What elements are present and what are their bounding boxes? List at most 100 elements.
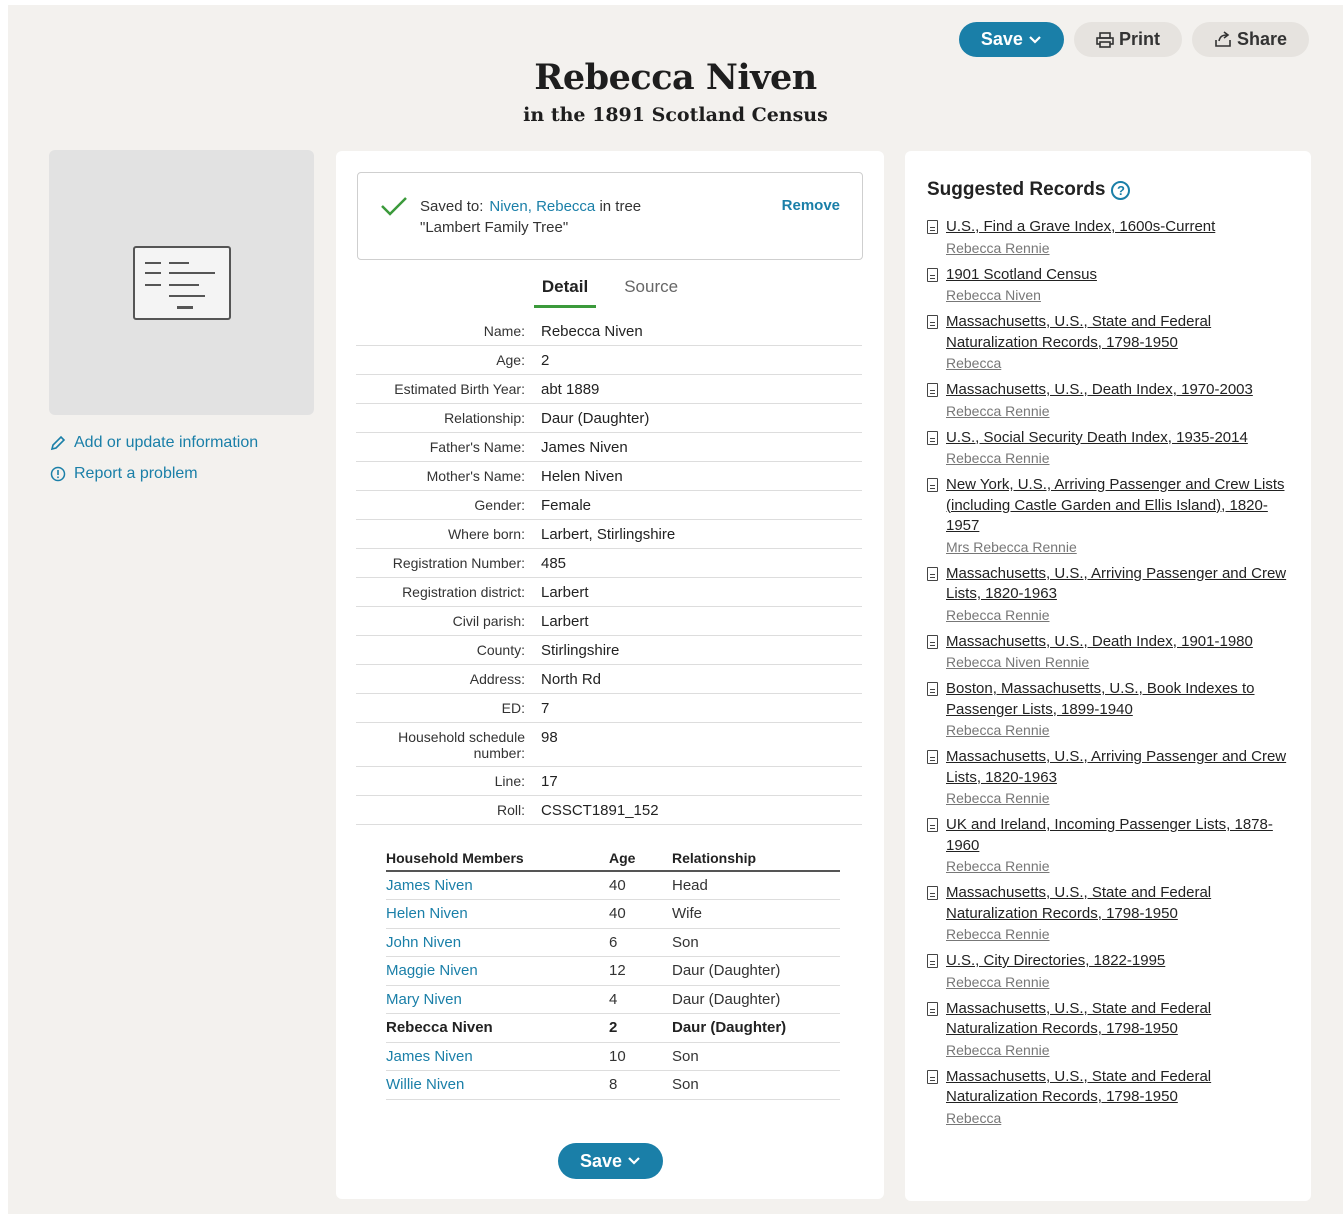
household-member-age: 6 bbox=[609, 928, 672, 957]
household-member-name[interactable]: Maggie Niven bbox=[386, 956, 609, 986]
record-document-icon bbox=[927, 430, 938, 445]
household-member-name[interactable]: James Niven bbox=[386, 1042, 609, 1071]
detail-list: Name: Rebecca Niven Age: 2 Estimated Birth Y… bbox=[356, 317, 862, 825]
detail-value: North Rd bbox=[541, 671, 602, 688]
tab-source[interactable]: Source bbox=[616, 275, 686, 308]
suggested-record-person[interactable]: Rebecca Rennie bbox=[946, 401, 1253, 421]
record-card: Saved to: Niven, Rebecca in tree "Lambert… bbox=[336, 151, 884, 1199]
suggested-record-title[interactable]: UK and Ireland, Incoming Passenger Lists… bbox=[946, 815, 1297, 856]
suggested-record-person[interactable]: Rebecca Rennie bbox=[946, 1040, 1297, 1060]
suggested-record-person[interactable]: Rebecca Rennie bbox=[946, 924, 1297, 944]
household-member-relationship: Son bbox=[672, 1042, 840, 1071]
record-document-icon bbox=[927, 886, 938, 900]
household-member-relationship: Son bbox=[672, 1070, 840, 1100]
detail-label: Where born: bbox=[447, 526, 525, 542]
detail-row: ED: 7 bbox=[356, 694, 862, 723]
bottom-save-button[interactable]: Save bbox=[558, 1143, 664, 1179]
household-member-relationship: Son bbox=[672, 928, 840, 957]
suggested-record-person[interactable]: Rebecca Niven bbox=[946, 285, 1097, 305]
household-member-name[interactable]: John Niven bbox=[386, 928, 609, 957]
suggested-record-person[interactable]: Rebecca Rennie bbox=[946, 605, 1297, 625]
household-member-name[interactable]: James Niven bbox=[386, 871, 609, 900]
suggested-record-title[interactable]: U.S., Find a Grave Index, 1600s-Current bbox=[946, 217, 1215, 238]
record-document-icon bbox=[927, 220, 938, 234]
suggested-record-title[interactable]: Massachusetts, U.S., State and Federal N… bbox=[946, 883, 1297, 924]
record-document-icon bbox=[927, 566, 938, 581]
share-button[interactable]: Share bbox=[1191, 22, 1309, 57]
detail-label: Name: bbox=[483, 323, 525, 339]
detail-row: Civil parish: Larbert bbox=[356, 607, 862, 636]
suggested-record-person[interactable]: Mrs Rebecca Rennie bbox=[946, 537, 1297, 557]
household-member-relationship: Daur (Daughter) bbox=[672, 956, 840, 986]
suggested-record: Massachusetts, U.S., State and Federal N… bbox=[927, 1067, 1297, 1128]
help-icon[interactable]: ? bbox=[1111, 180, 1131, 200]
saved-person-link[interactable]: Niven, Rebecca bbox=[489, 198, 595, 215]
suggested-record-title[interactable]: Massachusetts, U.S., State and Federal N… bbox=[946, 312, 1297, 353]
record-thumbnail[interactable] bbox=[49, 150, 314, 415]
detail-row: Address: North Rd bbox=[356, 665, 862, 694]
suggested-record-person[interactable]: Rebecca bbox=[946, 1108, 1297, 1128]
detail-value: James Niven bbox=[541, 439, 628, 456]
remove-link[interactable]: Remove bbox=[782, 197, 840, 214]
suggested-record-person[interactable]: Rebecca Rennie bbox=[946, 856, 1297, 876]
suggested-record-title[interactable]: 1901 Scotland Census bbox=[946, 265, 1097, 286]
detail-value: CSSCT1891_152 bbox=[541, 802, 659, 819]
col-members: Household Members bbox=[386, 849, 609, 872]
suggested-record-title[interactable]: U.S., Social Security Death Index, 1935-… bbox=[946, 428, 1248, 449]
suggested-record-title[interactable]: Boston, Massachusetts, U.S., Book Indexe… bbox=[946, 679, 1297, 720]
detail-label: Civil parish: bbox=[452, 613, 525, 629]
suggested-record: U.S., Social Security Death Index, 1935-… bbox=[927, 428, 1297, 469]
household-member-relationship: Daur (Daughter) bbox=[672, 985, 840, 1014]
detail-value: 2 bbox=[541, 352, 550, 369]
household-member-name[interactable]: Mary Niven bbox=[386, 985, 609, 1014]
save-label: Save bbox=[980, 29, 1023, 49]
suggested-record-person[interactable]: Rebecca Niven Rennie bbox=[946, 652, 1253, 672]
suggested-record-person[interactable]: Rebecca Rennie bbox=[946, 238, 1215, 258]
suggested-record-title[interactable]: Massachusetts, U.S., Death Index, 1901-1… bbox=[946, 632, 1253, 653]
suggested-record-body: U.S., Social Security Death Index, 1935-… bbox=[946, 428, 1248, 469]
top-actions: Save Print Share bbox=[958, 22, 1309, 57]
suggested-record-title[interactable]: U.S., City Directories, 1822-1995 bbox=[946, 951, 1165, 972]
suggested-record-title[interactable]: Massachusetts, U.S., State and Federal N… bbox=[946, 999, 1297, 1040]
report-problem-link[interactable]: Report a problem bbox=[50, 458, 258, 489]
suggested-title: Suggested Records bbox=[927, 179, 1106, 200]
suggested-record-body: Massachusetts, U.S., State and Federal N… bbox=[946, 1067, 1297, 1128]
suggested-record-title[interactable]: New York, U.S., Arriving Passenger and C… bbox=[946, 475, 1297, 537]
add-update-label: Add or update information bbox=[74, 433, 259, 451]
suggested-record-title[interactable]: Massachusetts, U.S., Arriving Passenger … bbox=[946, 564, 1297, 605]
page: Save Print Share Rebecca Niven in the 18… bbox=[8, 5, 1343, 1214]
suggested-record-title[interactable]: Massachusetts, U.S., Arriving Passenger … bbox=[946, 747, 1297, 788]
household-member-relationship: Daur (Daughter) bbox=[672, 1013, 840, 1043]
household-members: Household Members Age Relationship James… bbox=[386, 849, 840, 1100]
page-subtitle: in the 1891 Scotland Census bbox=[523, 104, 828, 126]
print-button[interactable]: Print bbox=[1073, 22, 1182, 57]
page-title: Rebecca Niven bbox=[534, 57, 817, 98]
suggested-record-title[interactable]: Massachusetts, U.S., Death Index, 1970-2… bbox=[946, 380, 1253, 401]
tab-detail[interactable]: Detail bbox=[533, 275, 597, 308]
household-member-name[interactable]: Willie Niven bbox=[386, 1070, 609, 1100]
suggested-record-body: 1901 Scotland Census Rebecca Niven bbox=[946, 265, 1097, 306]
suggested-record: U.S., Find a Grave Index, 1600s-Current R… bbox=[927, 217, 1297, 258]
suggested-record: New York, U.S., Arriving Passenger and C… bbox=[927, 475, 1297, 557]
suggested-record-body: U.S., City Directories, 1822-1995 Rebecca… bbox=[946, 951, 1165, 992]
add-update-link[interactable]: Add or update information bbox=[50, 427, 258, 458]
suggested-record: Massachusetts, U.S., Death Index, 1970-2… bbox=[927, 380, 1297, 421]
suggested-records-panel: Suggested Records ? U.S., Find a Grave I… bbox=[905, 151, 1311, 1201]
save-label: Save bbox=[580, 1150, 623, 1171]
suggested-record-person[interactable]: Rebecca Rennie bbox=[946, 720, 1297, 740]
household-row: Mary Niven 4 Daur (Daughter) bbox=[386, 985, 840, 1014]
document-icon bbox=[132, 245, 231, 320]
record-document-icon bbox=[927, 634, 938, 649]
detail-value: abt 1889 bbox=[541, 381, 600, 398]
detail-label: ED: bbox=[501, 700, 525, 716]
suggested-record-person[interactable]: Rebecca Rennie bbox=[946, 448, 1248, 468]
suggested-record-person[interactable]: Rebecca Rennie bbox=[946, 788, 1297, 808]
suggested-record-title[interactable]: Massachusetts, U.S., State and Federal N… bbox=[946, 1067, 1297, 1108]
save-button[interactable]: Save bbox=[958, 22, 1064, 57]
suggested-record-person[interactable]: Rebecca bbox=[946, 353, 1297, 373]
household-member-name[interactable]: Helen Niven bbox=[386, 899, 609, 929]
detail-label: Mother's Name: bbox=[426, 468, 525, 484]
suggested-record-person[interactable]: Rebecca Rennie bbox=[946, 972, 1165, 992]
suggested-record-body: Massachusetts, U.S., Arriving Passenger … bbox=[946, 564, 1297, 625]
share-label: Share bbox=[1236, 29, 1287, 49]
